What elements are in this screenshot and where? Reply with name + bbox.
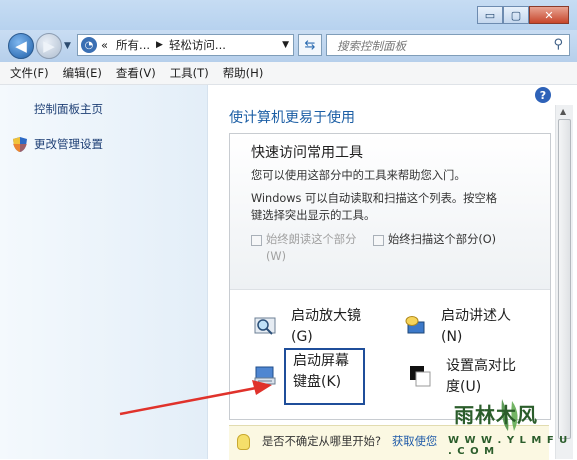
quick-access-header: 快速访问常用工具 您可以使用这部分中的工具来帮助您入门。 Windows 可以自… [230, 134, 550, 290]
forward-button[interactable]: ▶ [36, 33, 62, 59]
start-magnifier-label: 启动放大镜 [291, 308, 361, 324]
start-magnifier-shortcut: (G) [291, 329, 313, 345]
set-high-contrast-link[interactable]: 设置高对比 度(U) [446, 356, 516, 398]
watermark-url: W W W . Y L M F U . C O M [448, 435, 569, 457]
admin-shield-icon [13, 137, 27, 152]
back-button[interactable]: ◀ [8, 33, 34, 59]
control-panel-icon: ◔ [81, 37, 97, 53]
menu-edit[interactable]: 编辑(E) [63, 65, 102, 81]
watermark-logo: 雨林木风 W W W . Y L M F U . C O M [440, 395, 577, 459]
page-title: 使计算机更易于使用 [229, 110, 355, 126]
start-narrator-link[interactable]: 启动讲述人 (N) [441, 306, 511, 348]
sidebar: 控制面板主页 更改管理设置 [0, 85, 208, 459]
always-scan-label: 始终扫描这个部分(O) [388, 233, 497, 246]
tip-link[interactable]: 获取使您 [392, 433, 437, 449]
scroll-thumb[interactable] [558, 119, 571, 439]
always-read-label: 始终朗读这个部分 [266, 233, 357, 246]
menu-view[interactable]: 查看(V) [116, 65, 156, 81]
breadcrumb-overflow[interactable]: « [101, 38, 108, 52]
maximize-button[interactable]: ▢ [503, 6, 529, 24]
always-read-shortcut: (W) [266, 250, 286, 263]
refresh-icon: ⇆ [304, 37, 316, 53]
refresh-button[interactable]: ⇆ [298, 34, 322, 56]
quick-access-heading: 快速访问常用工具 [251, 145, 363, 161]
title-bar: ▭ ▢ ✕ [0, 0, 577, 30]
arrow-left-icon: ◀ [15, 37, 27, 55]
breadcrumb-ease-of-access[interactable]: 轻松访问... [169, 37, 226, 53]
highlight-box [284, 348, 365, 405]
high-contrast-icon [410, 366, 431, 387]
start-narrator-label: 启动讲述人 [441, 308, 511, 324]
intro-text: 您可以使用这部分中的工具来帮助您入门。 [251, 169, 466, 182]
watermark-title: 雨林木风 [454, 403, 538, 427]
quick-access-panel: 快速访问常用工具 您可以使用这部分中的工具来帮助您入门。 Windows 可以自… [229, 133, 551, 420]
breadcrumb-all-items[interactable]: 所有... [116, 37, 150, 53]
search-box: ⚲ [326, 34, 570, 56]
recent-pages-dropdown[interactable]: ▼ [64, 41, 71, 51]
search-icon[interactable]: ⚲ [553, 37, 563, 52]
menu-bar: 文件(F) 编辑(E) 查看(V) 工具(T) 帮助(H) [0, 62, 577, 85]
address-dropdown-icon[interactable]: ▼ [282, 40, 289, 50]
windows-scan-text-line2: 键选择突出显示的工具。 [251, 209, 376, 222]
menu-file[interactable]: 文件(F) [10, 65, 49, 81]
lightbulb-icon [237, 434, 250, 450]
sidebar-link-home[interactable]: 控制面板主页 [34, 101, 103, 117]
magnifier-icon [254, 317, 276, 335]
scroll-up-icon[interactable]: ▲ [560, 107, 566, 116]
sidebar-link-admin-settings[interactable]: 更改管理设置 [34, 136, 103, 152]
breadcrumb-separator-icon[interactable]: ▶ [156, 40, 163, 50]
set-high-contrast-label: 设置高对比 [446, 358, 516, 374]
menu-help[interactable]: 帮助(H) [223, 65, 264, 81]
help-icon[interactable]: ? [535, 87, 551, 103]
start-magnifier-link[interactable]: 启动放大镜 (G) [291, 306, 361, 348]
windows-scan-text-line1: Windows 可以自动读取和扫描这个列表。按空格 [251, 192, 498, 205]
arrow-right-icon: ▶ [43, 37, 55, 55]
on-screen-keyboard-icon [254, 366, 276, 385]
tip-text: 是否不确定从哪里开始? [262, 435, 381, 448]
always-scan-checkbox[interactable] [373, 235, 384, 246]
narrator-icon [405, 316, 425, 334]
menu-tools[interactable]: 工具(T) [170, 65, 209, 81]
start-narrator-shortcut: (N) [441, 329, 463, 345]
window-controls: ▭ ▢ ✕ [477, 6, 569, 24]
search-input[interactable] [335, 36, 539, 56]
minimize-button[interactable]: ▭ [477, 6, 503, 24]
navigation-bar: ◀ ▶ ▼ ◔ « 所有... ▶ 轻松访问... ▼ ⇆ ⚲ [0, 30, 577, 62]
always-read-checkbox[interactable] [251, 235, 262, 246]
close-button[interactable]: ✕ [529, 6, 569, 24]
address-bar[interactable]: ◔ « 所有... ▶ 轻松访问... ▼ [77, 34, 294, 56]
